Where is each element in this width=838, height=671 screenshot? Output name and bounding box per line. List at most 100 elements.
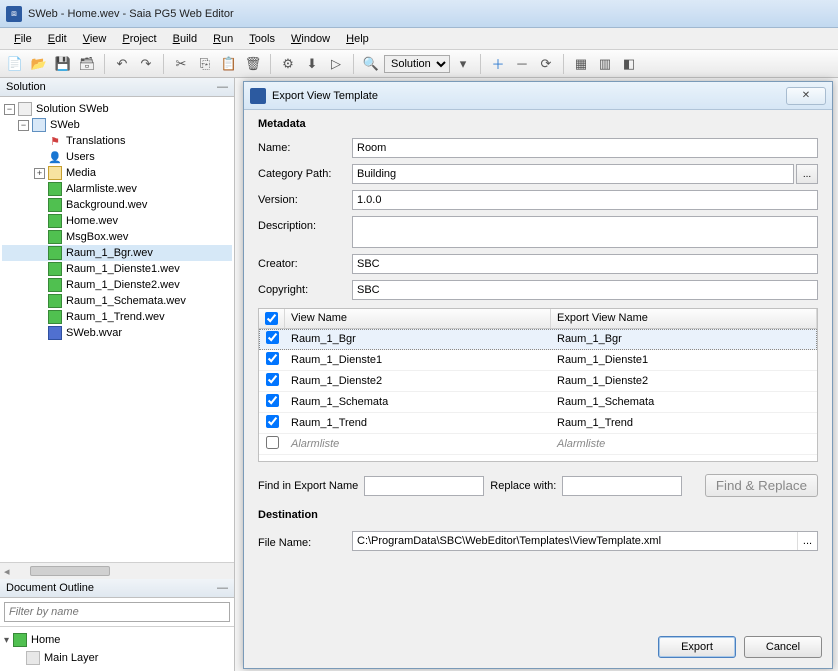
- tree-file[interactable]: SWeb.wvar: [2, 325, 232, 341]
- find-replace-button[interactable]: Find & Replace: [705, 474, 818, 497]
- tree-file[interactable]: Alarmliste.wev: [2, 181, 232, 197]
- outline-filter-input[interactable]: [4, 602, 230, 622]
- project-icon: [32, 118, 46, 132]
- refresh-icon[interactable]: ⟳: [535, 53, 557, 75]
- download-icon[interactable]: ⬇: [301, 53, 323, 75]
- view-checkbox[interactable]: [266, 394, 279, 407]
- menu-run[interactable]: Run: [205, 31, 241, 47]
- collapse-icon[interactable]: —: [217, 582, 228, 594]
- collapse-icon[interactable]: −: [18, 120, 29, 131]
- expand-icon[interactable]: +: [34, 168, 45, 179]
- dialog-titlebar[interactable]: Export View Template ✕: [244, 82, 832, 110]
- col-view-name[interactable]: View Name: [285, 309, 551, 328]
- menu-file[interactable]: File: [6, 31, 40, 47]
- save-all-icon[interactable]: 🗃: [76, 53, 98, 75]
- tree-label: Raum_1_Trend.wev: [66, 311, 165, 323]
- new-file-icon[interactable]: 📄: [4, 53, 26, 75]
- tree-file[interactable]: Raum_1_Trend.wev: [2, 309, 232, 325]
- export-button[interactable]: Export: [658, 636, 736, 658]
- cancel-button[interactable]: Cancel: [744, 636, 822, 658]
- find-input[interactable]: [364, 476, 484, 496]
- tree-media[interactable]: + Media: [2, 165, 232, 181]
- tree-file[interactable]: Raum_1_Bgr.wev: [2, 245, 232, 261]
- menu-edit[interactable]: Edit: [40, 31, 75, 47]
- version-input[interactable]: [352, 190, 818, 210]
- copy-icon[interactable]: ⎘: [194, 53, 216, 75]
- hscrollbar[interactable]: ◂: [0, 562, 234, 579]
- run-icon[interactable]: ▷: [325, 53, 347, 75]
- wev-icon: [48, 262, 62, 276]
- view-checkbox[interactable]: [266, 373, 279, 386]
- remove-icon[interactable]: －: [511, 53, 533, 75]
- table-row[interactable]: Raum_1_TrendRaum_1_Trend: [259, 413, 817, 434]
- tree-users[interactable]: 👤 Users: [2, 149, 232, 165]
- menu-project[interactable]: Project: [114, 31, 164, 47]
- tree-solution-root[interactable]: − Solution SWeb: [2, 101, 232, 117]
- views-table-body[interactable]: Raum_1_BgrRaum_1_BgrRaum_1_Dienste1Raum_…: [259, 329, 817, 461]
- open-icon[interactable]: 📂: [28, 53, 50, 75]
- view-checkbox[interactable]: [266, 331, 279, 344]
- undo-icon[interactable]: ↶: [111, 53, 133, 75]
- col-export-view-name[interactable]: Export View Name: [551, 309, 817, 328]
- tree-file[interactable]: Raum_1_Dienste1.wev: [2, 261, 232, 277]
- save-icon[interactable]: 💾: [52, 53, 74, 75]
- creator-input[interactable]: [352, 254, 818, 274]
- table-row[interactable]: Raum_1_Dienste1Raum_1_Dienste1: [259, 350, 817, 371]
- delete-icon[interactable]: 🗑: [242, 53, 264, 75]
- view-name-cell: Raum_1_Bgr: [285, 330, 551, 348]
- name-input[interactable]: [352, 138, 818, 158]
- config-select[interactable]: Solution: [384, 55, 450, 73]
- separator: [353, 54, 354, 74]
- collapse-icon[interactable]: −: [4, 104, 15, 115]
- replace-input[interactable]: [562, 476, 682, 496]
- collapse-icon[interactable]: ▾: [4, 635, 9, 646]
- grid-icon[interactable]: ▦: [570, 53, 592, 75]
- toolbar: 📄 📂 💾 🗃 ↶ ↷ ✂ ⎘ 📋 🗑 ⚙ ⬇ ▷ 🔍 Solution ▾ ＋…: [0, 50, 838, 78]
- tree-label: Translations: [66, 135, 126, 147]
- outline-panel-header: Document Outline —: [0, 579, 234, 598]
- description-input[interactable]: [352, 216, 818, 248]
- tree-translations[interactable]: ⚑ Translations: [2, 133, 232, 149]
- browse-file-button[interactable]: ...: [797, 532, 817, 550]
- menu-window[interactable]: Window: [283, 31, 338, 47]
- copyright-input[interactable]: [352, 280, 818, 300]
- collapse-icon[interactable]: —: [217, 81, 228, 93]
- dropdown-icon[interactable]: ▾: [452, 53, 474, 75]
- solution-tree[interactable]: − Solution SWeb − SWeb ⚑ Translations 👤 …: [0, 97, 234, 562]
- search-icon[interactable]: 🔍: [360, 53, 382, 75]
- menu-view[interactable]: View: [75, 31, 115, 47]
- tree-file[interactable]: Raum_1_Schemata.wev: [2, 293, 232, 309]
- view-checkbox[interactable]: [266, 436, 279, 449]
- tree-file[interactable]: Background.wev: [2, 197, 232, 213]
- view-checkbox[interactable]: [266, 415, 279, 428]
- table-row[interactable]: Raum_1_BgrRaum_1_Bgr: [259, 329, 817, 350]
- tree-file[interactable]: MsgBox.wev: [2, 229, 232, 245]
- menu-tools[interactable]: Tools: [241, 31, 283, 47]
- browse-category-button[interactable]: ...: [796, 164, 818, 184]
- tree-file[interactable]: Raum_1_Dienste2.wev: [2, 277, 232, 293]
- table-row[interactable]: Raum_1_SchemataRaum_1_Schemata: [259, 392, 817, 413]
- tree-project[interactable]: − SWeb: [2, 117, 232, 133]
- tree-file[interactable]: Home.wev: [2, 213, 232, 229]
- category-path-input[interactable]: [352, 164, 794, 184]
- file-name-input[interactable]: [353, 532, 797, 550]
- layout-icon[interactable]: ▥: [594, 53, 616, 75]
- menu-build[interactable]: Build: [165, 31, 205, 47]
- build-icon[interactable]: ⚙: [277, 53, 299, 75]
- menu-help[interactable]: Help: [338, 31, 377, 47]
- add-icon[interactable]: ＋: [487, 53, 509, 75]
- redo-icon[interactable]: ↷: [135, 53, 157, 75]
- outline-tree[interactable]: ▾ Home Main Layer: [0, 627, 234, 671]
- close-button[interactable]: ✕: [786, 87, 826, 105]
- cut-icon[interactable]: ✂: [170, 53, 192, 75]
- scroll-thumb[interactable]: [30, 566, 110, 576]
- select-all-checkbox[interactable]: [265, 312, 278, 325]
- table-row[interactable]: AlarmlisteAlarmliste: [259, 434, 817, 455]
- tree-label: Raum_1_Dienste2.wev: [66, 279, 180, 291]
- table-row[interactable]: Raum_1_Dienste2Raum_1_Dienste2: [259, 371, 817, 392]
- view-checkbox[interactable]: [266, 352, 279, 365]
- outline-root[interactable]: ▾ Home: [4, 631, 230, 649]
- paste-icon[interactable]: 📋: [218, 53, 240, 75]
- outline-child[interactable]: Main Layer: [4, 649, 230, 667]
- more-icon[interactable]: ◧: [618, 53, 640, 75]
